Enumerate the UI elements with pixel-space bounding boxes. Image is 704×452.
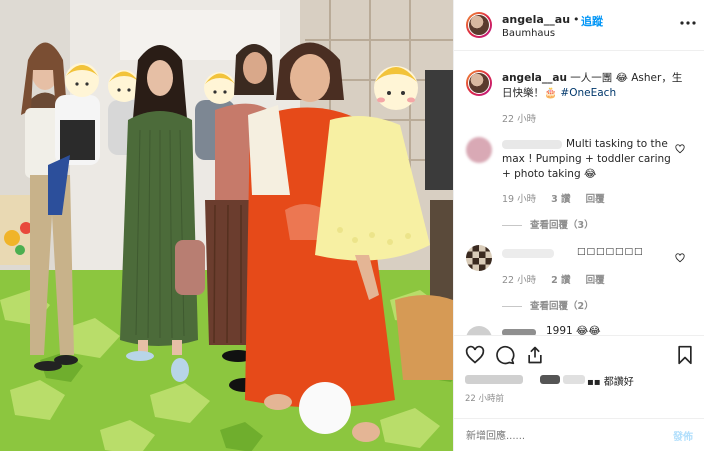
comment-time[interactable]: 22 小時 <box>502 275 536 286</box>
post-comment-button[interactable]: 發佈 <box>673 428 693 443</box>
add-comment-input[interactable] <box>464 426 648 446</box>
comment-reply-button[interactable]: 回覆 <box>586 275 605 286</box>
add-comment-bar: 發佈 <box>454 418 704 452</box>
comment-text: Multi tasking to the max ! Pumping + tod… <box>502 138 671 180</box>
comment-icon[interactable] <box>495 345 515 365</box>
comment-avatar[interactable] <box>466 326 492 335</box>
post-timestamp[interactable]: 22 小時前 <box>465 392 504 404</box>
post-username[interactable]: angela__au <box>502 13 570 26</box>
group-photo-illustration <box>0 0 453 451</box>
blurred-liker[interactable] <box>563 375 585 384</box>
view-replies-button[interactable]: 查看回覆（2） <box>502 298 594 312</box>
caption-avatar[interactable] <box>466 70 492 96</box>
avatar[interactable] <box>466 12 492 38</box>
liked-by: ▪▪ 都讚好 <box>465 373 695 388</box>
blurred-username[interactable] <box>502 249 554 258</box>
post-header: angela__au • 追蹤 Baumhaus <box>454 0 704 51</box>
blurred-liker[interactable] <box>540 375 560 384</box>
post-side-panel: angela__au • 追蹤 Baumhaus angela__au 一人一團… <box>453 0 704 451</box>
comment-likes[interactable]: 2 讚 <box>551 275 570 286</box>
partial-comment: 1991 😂😂 <box>454 322 704 335</box>
comment-time[interactable]: 19 小時 <box>502 194 536 205</box>
bookmark-icon[interactable] <box>676 345 694 365</box>
post-photo[interactable] <box>0 0 453 451</box>
comment-reply-button[interactable]: 回覆 <box>586 194 605 205</box>
caption-text-block: angela__au 一人一團 😂 Asher，生日快樂！🎂 #OneEach <box>502 71 692 101</box>
caption-hashtag[interactable]: #OneEach <box>560 87 616 99</box>
liked-by-text[interactable]: ▪▪ 都讚好 <box>587 373 634 388</box>
share-icon[interactable] <box>525 345 545 365</box>
comment-meta: 19 小時 3 讚 回覆 <box>502 191 605 205</box>
caption-time[interactable]: 22 小時 <box>502 111 536 125</box>
follow-separator: • <box>573 13 580 26</box>
partial-comment-text: 1991 😂😂 <box>546 325 601 335</box>
heart-icon[interactable] <box>465 345 485 365</box>
post-actions: ▪▪ 都讚好 22 小時前 <box>454 335 704 406</box>
caption-username[interactable]: angela__au <box>502 72 567 84</box>
view-replies-button[interactable]: 查看回覆（3） <box>502 217 594 231</box>
more-icon[interactable] <box>680 18 696 28</box>
post-location[interactable]: Baumhaus <box>502 28 555 39</box>
comment-avatar[interactable] <box>466 137 492 163</box>
comment-like-icon[interactable] <box>675 253 685 263</box>
comment-likes[interactable]: 3 讚 <box>551 194 570 205</box>
comment-like-icon[interactable] <box>675 144 685 154</box>
comment-text: □□□□□□□ <box>577 247 644 257</box>
blurred-liker[interactable] <box>465 375 523 384</box>
follow-button[interactable]: 追蹤 <box>581 13 603 29</box>
comment-meta: 22 小時 2 讚 回覆 <box>502 272 605 286</box>
comment-avatar[interactable] <box>466 245 492 271</box>
